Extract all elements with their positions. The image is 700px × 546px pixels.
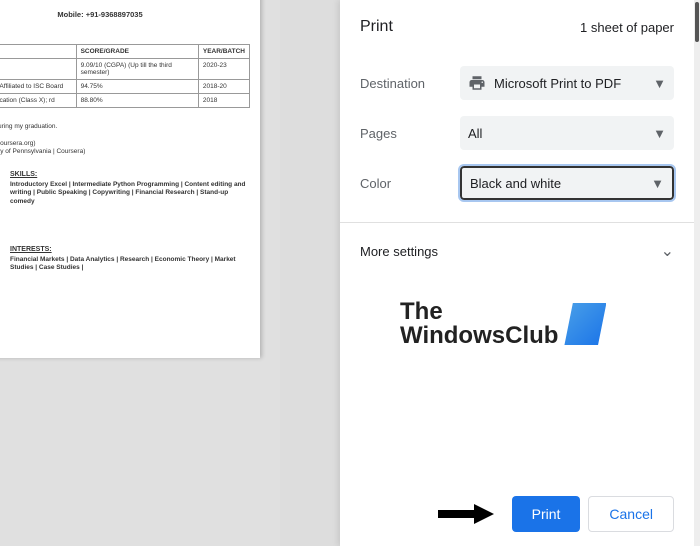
scrollbar-thumb[interactable]: [695, 2, 699, 42]
cancel-button[interactable]: Cancel: [588, 496, 674, 532]
destination-label: Destination: [360, 76, 460, 91]
chevron-down-icon: ▼: [651, 176, 664, 191]
color-label: Color: [360, 176, 460, 191]
watermark: The WindowsClub: [400, 300, 606, 348]
sheet-count: 1 sheet of paper: [580, 20, 674, 35]
education-table: SCORE/GRADE YEAR/BATCH Economics 9.09/10…: [0, 44, 250, 108]
table-row: Secondary Education (Class X); rd 88.80%…: [0, 94, 250, 108]
destination-value: Microsoft Print to PDF: [494, 76, 653, 91]
chevron-down-icon: ▼: [653, 126, 666, 141]
mobile-value: +91-9368897035: [86, 10, 143, 19]
watermark-text: The: [400, 300, 558, 324]
more-settings-toggle[interactable]: More settings ⌄: [340, 223, 694, 279]
pages-value: All: [468, 126, 653, 141]
arrow-annotation-icon: [436, 502, 496, 526]
printer-icon: [468, 74, 486, 92]
chevron-down-icon: ⌄: [661, 241, 674, 261]
print-button[interactable]: Print: [512, 496, 581, 532]
skills-body: Introductory Excel | Intermediate Python…: [10, 181, 250, 206]
certs-text: and completed during my graduation. e (C…: [0, 123, 250, 157]
print-preview-pane: Mobile: +91-9368897035 SCORE/GRADE YEAR/…: [0, 0, 280, 546]
interests-body: Financial Markets | Data Analytics | Res…: [10, 256, 250, 273]
windowsclub-icon: [564, 303, 606, 345]
interests-title: INTERESTS:: [10, 246, 250, 253]
mobile-label: Mobile:: [57, 10, 83, 19]
panel-title: Print: [360, 18, 393, 36]
skills-title: SKILLS:: [10, 171, 250, 178]
color-value: Black and white: [470, 176, 651, 191]
pages-select[interactable]: All ▼: [460, 116, 674, 150]
color-select[interactable]: Black and white ▼: [460, 166, 674, 200]
table-header: SCORE/GRADE: [76, 45, 198, 59]
table-row: Economics 9.09/10 (CGPA) (Up till the th…: [0, 59, 250, 80]
print-panel: Print 1 sheet of paper Destination Micro…: [340, 0, 694, 546]
vertical-scrollbar[interactable]: [694, 0, 700, 546]
destination-select[interactable]: Microsoft Print to PDF ▼: [460, 66, 674, 100]
table-row: ate (Class XII); Affiliated to ISC Board…: [0, 80, 250, 94]
more-settings-label: More settings: [360, 244, 438, 259]
document-preview: Mobile: +91-9368897035 SCORE/GRADE YEAR/…: [0, 0, 260, 358]
watermark-text: WindowsClub: [400, 324, 558, 348]
chevron-down-icon: ▼: [653, 76, 666, 91]
pages-label: Pages: [360, 126, 460, 141]
table-header: YEAR/BATCH: [198, 45, 249, 59]
